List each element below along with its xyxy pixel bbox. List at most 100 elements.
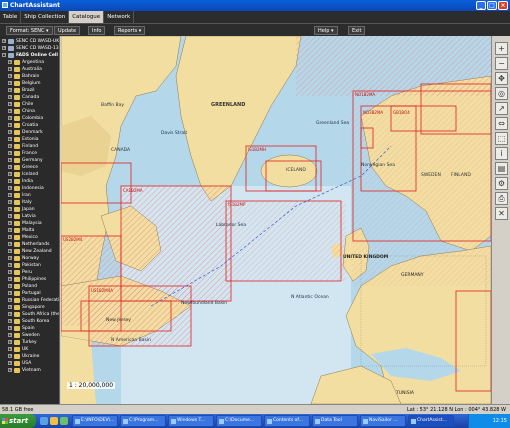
expand-icon[interactable]: + (8, 158, 12, 162)
tree-country-item[interactable]: + South Korea (0, 318, 59, 325)
expand-icon[interactable]: + (8, 347, 12, 351)
expand-icon[interactable]: + (8, 312, 12, 316)
exit-button[interactable]: Exit (348, 26, 366, 35)
tab-ship-collection[interactable]: Ship Collection (21, 11, 70, 23)
expand-icon[interactable]: + (8, 123, 12, 127)
tree-country-item[interactable]: + Belgium (0, 80, 59, 87)
tree-country-item[interactable]: + France (0, 150, 59, 157)
tree-country-item[interactable]: + Colombia (0, 115, 59, 122)
close-button[interactable]: × (498, 1, 508, 10)
expand-icon[interactable]: + (8, 277, 12, 281)
expand-icon[interactable]: + (8, 193, 12, 197)
expand-icon[interactable]: + (8, 179, 12, 183)
tree-country-item[interactable]: + Norway (0, 255, 59, 262)
expand-icon[interactable]: + (8, 137, 12, 141)
tree-country-item[interactable]: + USA (0, 360, 59, 367)
taskbar-task[interactable]: Data Tool (312, 415, 358, 427)
taskbar-task[interactable]: Contents of... (264, 415, 310, 427)
expand-icon[interactable]: + (8, 263, 12, 267)
expand-icon[interactable]: + (8, 172, 12, 176)
expand-icon[interactable]: + (8, 249, 12, 253)
expand-icon[interactable]: + (8, 144, 12, 148)
tree-country-item[interactable]: + Chile (0, 101, 59, 108)
expand-icon[interactable]: + (2, 39, 6, 43)
expand-icon[interactable]: + (8, 368, 12, 372)
expand-icon[interactable]: + (8, 298, 12, 302)
expand-icon[interactable]: + (8, 291, 12, 295)
expand-icon[interactable]: − (2, 53, 6, 57)
tree-country-item[interactable]: + Finland (0, 143, 59, 150)
expand-icon[interactable]: + (8, 109, 12, 113)
expand-icon[interactable]: + (8, 228, 12, 232)
help-dropdown[interactable]: Help ▾ (314, 26, 338, 35)
route-icon[interactable]: ↗ (495, 102, 508, 115)
tree-country-item[interactable]: + Latvia (0, 213, 59, 220)
expand-icon[interactable]: + (8, 200, 12, 204)
tree-country-item[interactable]: + Italy (0, 199, 59, 206)
expand-icon[interactable]: + (8, 95, 12, 99)
tree-country-item[interactable]: + UK (0, 346, 59, 353)
tree-country-item[interactable]: + Brazil (0, 87, 59, 94)
tree-country-item[interactable]: + Canada (0, 94, 59, 101)
tree-country-item[interactable]: + Estonia (0, 136, 59, 143)
expand-icon[interactable]: + (8, 270, 12, 274)
tree-root-item[interactable]: + SENC CD WASD-UK (0, 38, 59, 45)
tree-country-item[interactable]: + India (0, 178, 59, 185)
target-icon[interactable]: ◎ (495, 87, 508, 100)
expand-icon[interactable]: + (8, 214, 12, 218)
taskbar-task[interactable]: NaviSailor ... (360, 415, 406, 427)
expand-icon[interactable]: + (8, 60, 12, 64)
taskbar-task[interactable]: Windows T... (168, 415, 214, 427)
tab-table[interactable]: Table (0, 11, 22, 23)
tree-country-item[interactable]: + Bahrain (0, 73, 59, 80)
print-icon[interactable]: ⎙ (495, 192, 508, 205)
tree-country-item[interactable]: + Poland (0, 283, 59, 290)
expand-icon[interactable]: + (8, 354, 12, 358)
expand-icon[interactable]: + (8, 235, 12, 239)
expand-icon[interactable]: + (8, 256, 12, 260)
taskbar-task[interactable]: C:\Docume... (216, 415, 262, 427)
layers-icon[interactable]: ▤ (495, 162, 508, 175)
expand-icon[interactable]: + (8, 102, 12, 106)
expand-icon[interactable]: + (8, 333, 12, 337)
zoom-out-icon[interactable]: − (495, 57, 508, 70)
expand-icon[interactable]: + (2, 46, 6, 50)
tree-country-item[interactable]: + Denmark (0, 129, 59, 136)
close-icon[interactable]: ✕ (495, 207, 508, 220)
format-dropdown[interactable]: Format: SENC ▾ (6, 26, 53, 35)
tree-country-item[interactable]: + Greece (0, 164, 59, 171)
minimize-button[interactable]: _ (476, 1, 486, 10)
expand-icon[interactable]: + (8, 207, 12, 211)
tab-catalogue[interactable]: Catalogue (69, 11, 105, 23)
tab-network[interactable]: Network (104, 11, 135, 23)
tree-country-item[interactable]: + Malta (0, 227, 59, 234)
tree-country-item[interactable]: + Iran (0, 192, 59, 199)
info-icon[interactable]: i (495, 147, 508, 160)
expand-icon[interactable]: + (8, 88, 12, 92)
tree-country-item[interactable]: + Philippines (0, 276, 59, 283)
tree-country-item[interactable]: + Peru (0, 269, 59, 276)
clock[interactable]: 12:15 (493, 418, 507, 424)
expand-icon[interactable]: + (8, 151, 12, 155)
tree-country-item[interactable]: + Portugal (0, 290, 59, 297)
tree-country-item[interactable]: + Russian Federation (0, 297, 59, 304)
expand-icon[interactable]: + (8, 242, 12, 246)
tree-country-item[interactable]: + Germany (0, 157, 59, 164)
tree-country-item[interactable]: + Indonesia (0, 185, 59, 192)
tree-country-item[interactable]: + Argentina (0, 59, 59, 66)
tree-country-item[interactable]: + Croatia (0, 122, 59, 129)
expand-icon[interactable]: + (8, 361, 12, 365)
expand-icon[interactable]: + (8, 74, 12, 78)
tree-country-item[interactable]: + Singapore (0, 304, 59, 311)
tree-country-item[interactable]: + Sweden (0, 332, 59, 339)
tree-root-item[interactable]: + SENC CD WASD-13 (0, 45, 59, 52)
expand-icon[interactable]: + (8, 186, 12, 190)
expand-icon[interactable]: + (8, 284, 12, 288)
expand-icon[interactable]: + (8, 305, 12, 309)
expand-icon[interactable]: + (8, 326, 12, 330)
catalogue-tree[interactable]: + SENC CD WASD-UK + SENC CD WASD-13 − FADS On… (0, 36, 60, 404)
pan-icon[interactable]: ✥ (495, 72, 508, 85)
tree-country-item[interactable]: + Iceland (0, 171, 59, 178)
chart-map[interactable]: Baffin Bay Davis Strait Labrador Sea Gre… (61, 36, 491, 404)
tree-root-item[interactable]: − FADS Online Cell (0, 52, 59, 59)
